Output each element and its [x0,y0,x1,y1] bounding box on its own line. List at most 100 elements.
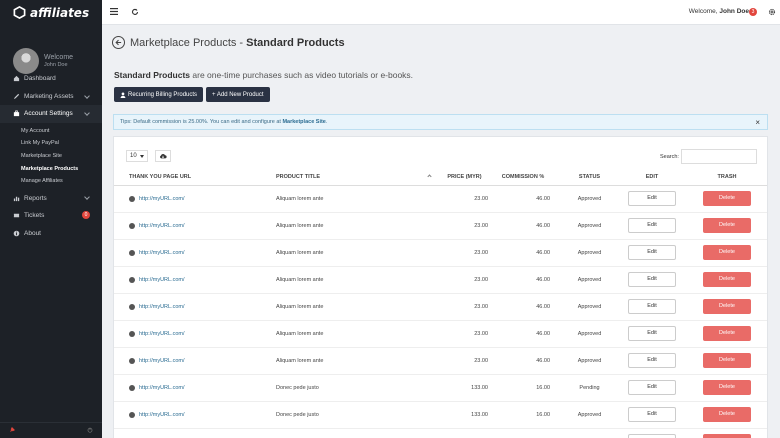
price-cell: 23.00 [437,212,492,240]
user-icon [120,92,126,98]
export-button[interactable] [155,150,171,162]
table-row: http://myURL.com/Donec pede justo 133.00 1… [114,401,767,429]
edit-button[interactable]: Edit [628,353,676,368]
power-icon[interactable] [87,427,93,433]
delete-button[interactable]: Delete [703,299,751,314]
product-title-cell: Aliquam lorem ante [272,347,437,375]
column-header-commission[interactable]: COMMISSION % [492,169,562,186]
submenu-item-marketplace-products[interactable]: Marketplace Products [0,162,102,175]
info-icon [13,230,20,237]
url-cell: http://myURL.com/ [114,374,272,402]
delete-button[interactable]: Delete [703,326,751,341]
column-header-url[interactable]: THANK YOU PAGE URL [114,169,272,186]
commission-cell: 46.00 [492,185,562,213]
gear-icon[interactable] [768,8,776,16]
commission-cell: 16.00 [492,374,562,402]
product-title-cell: Aliquam lorem ante [272,266,437,294]
edit-button[interactable]: Edit [628,380,676,395]
globe-icon [129,222,135,229]
thank-you-url-link[interactable]: http://myURL.com/ [139,385,185,391]
delete-button[interactable]: Delete [703,407,751,422]
edit-button[interactable]: Edit [628,434,676,438]
column-header-title[interactable]: PRODUCT TITLE [272,169,437,186]
price-cell: 133.00 [437,374,492,402]
sidebar-item-account-settings[interactable]: Account Settings [0,105,102,123]
back-button[interactable] [112,36,125,49]
logo[interactable]: affiliates [0,0,102,25]
close-icon[interactable]: × [755,118,760,127]
sidebar: affiliates Welcome John Doe Dashboard Ma… [0,0,102,438]
submenu-item-manage-affiliates[interactable]: Manage Affiliates [0,175,102,188]
thank-you-url-link[interactable]: http://myURL.com/ [139,196,185,202]
delete-button[interactable]: Delete [703,353,751,368]
submenu-item-my-account[interactable]: My Account [0,125,102,138]
topbar-username: John Doe [719,8,749,15]
notification-badge[interactable]: 3 [749,8,757,16]
edit-button[interactable]: Edit [628,245,676,260]
search-input[interactable] [681,149,757,164]
pin-icon[interactable] [9,427,15,433]
delete-button[interactable]: Delete [703,191,751,206]
logo-text: affiliates [30,5,90,20]
price-cell [437,428,492,438]
topbar: Welcome, John Doe 3 [102,0,780,25]
add-new-product-button[interactable]: + Add New Product [206,87,270,102]
column-header-status[interactable]: STATUS [562,169,617,186]
recurring-billing-button[interactable]: Recurring Billing Products [114,87,204,102]
product-title-cell: Aliquam lorem ante [272,320,437,348]
sidebar-item-tickets[interactable]: Tickets 0 [0,207,102,225]
action-buttons: Recurring Billing Products + Add New Pro… [114,87,273,102]
delete-button[interactable]: Delete [703,245,751,260]
thank-you-url-link[interactable]: http://myURL.com/ [139,250,185,256]
column-header-price[interactable]: PRICE (MYR) [437,169,492,186]
thank-you-url-link[interactable]: http://myURL.com/ [139,304,185,310]
sidebar-item-dashboard[interactable]: Dashboard [0,70,102,88]
status-cell: Approved [562,293,617,321]
edit-button[interactable]: Edit [628,299,676,314]
url-cell: http://myURL.com/ [114,266,272,294]
edit-cell: Edit [617,185,687,213]
chevron-down-icon [84,110,90,116]
home-icon [13,76,20,82]
sidebar-item-label: About [24,229,41,237]
thank-you-url-link[interactable]: http://myURL.com/ [139,358,185,364]
thank-you-url-link[interactable]: http://myURL.com/ [139,412,185,418]
url-cell: http://myURL.com/ [114,347,272,375]
table-row: Edit Delete [114,428,767,438]
status-cell: Approved [562,239,617,267]
thank-you-url-link[interactable]: http://myURL.com/ [139,223,185,229]
sidebar-item-label: Account Settings [24,110,73,118]
submenu-item-link-paypal[interactable]: Link My PayPal [0,137,102,150]
hamburger-menu-icon[interactable] [110,8,118,15]
refresh-icon[interactable] [131,8,139,16]
trash-cell: Delete [687,347,767,375]
submenu-item-marketplace-site[interactable]: Marketplace Site [0,150,102,163]
page-length-select[interactable]: 10 [126,150,148,162]
thank-you-url-link[interactable]: http://myURL.com/ [139,277,185,283]
url-cell [114,428,272,438]
status-cell [562,428,617,438]
page-length-value: 10 [130,153,137,159]
url-cell: http://myURL.com/ [114,293,272,321]
sidebar-nav: Dashboard Marketing Assets Account Setti… [0,70,102,242]
product-title-cell: Aliquam lorem ante [272,293,437,321]
delete-button[interactable]: Delete [703,218,751,233]
tips-alert: Tips: Default commission is 25.00%. You … [113,114,768,130]
sidebar-item-reports[interactable]: Reports [0,189,102,207]
edit-button[interactable]: Edit [628,191,676,206]
welcome-prefix: Welcome, [688,8,718,15]
edit-button[interactable]: Edit [628,326,676,341]
edit-button[interactable]: Edit [628,272,676,287]
delete-button[interactable]: Delete [703,272,751,287]
topbar-welcome[interactable]: Welcome, John Doe [689,8,749,15]
sidebar-item-marketing-assets[interactable]: Marketing Assets [0,88,102,106]
delete-button[interactable]: Delete [703,434,751,438]
sidebar-item-about[interactable]: About [0,224,102,242]
edit-button[interactable]: Edit [628,407,676,422]
cloud-download-icon [160,153,167,159]
thank-you-url-link[interactable]: http://myURL.com/ [139,331,185,337]
edit-button[interactable]: Edit [628,218,676,233]
status-cell: Approved [562,320,617,348]
delete-button[interactable]: Delete [703,380,751,395]
marketplace-site-link[interactable]: Marketplace Site [282,119,325,125]
